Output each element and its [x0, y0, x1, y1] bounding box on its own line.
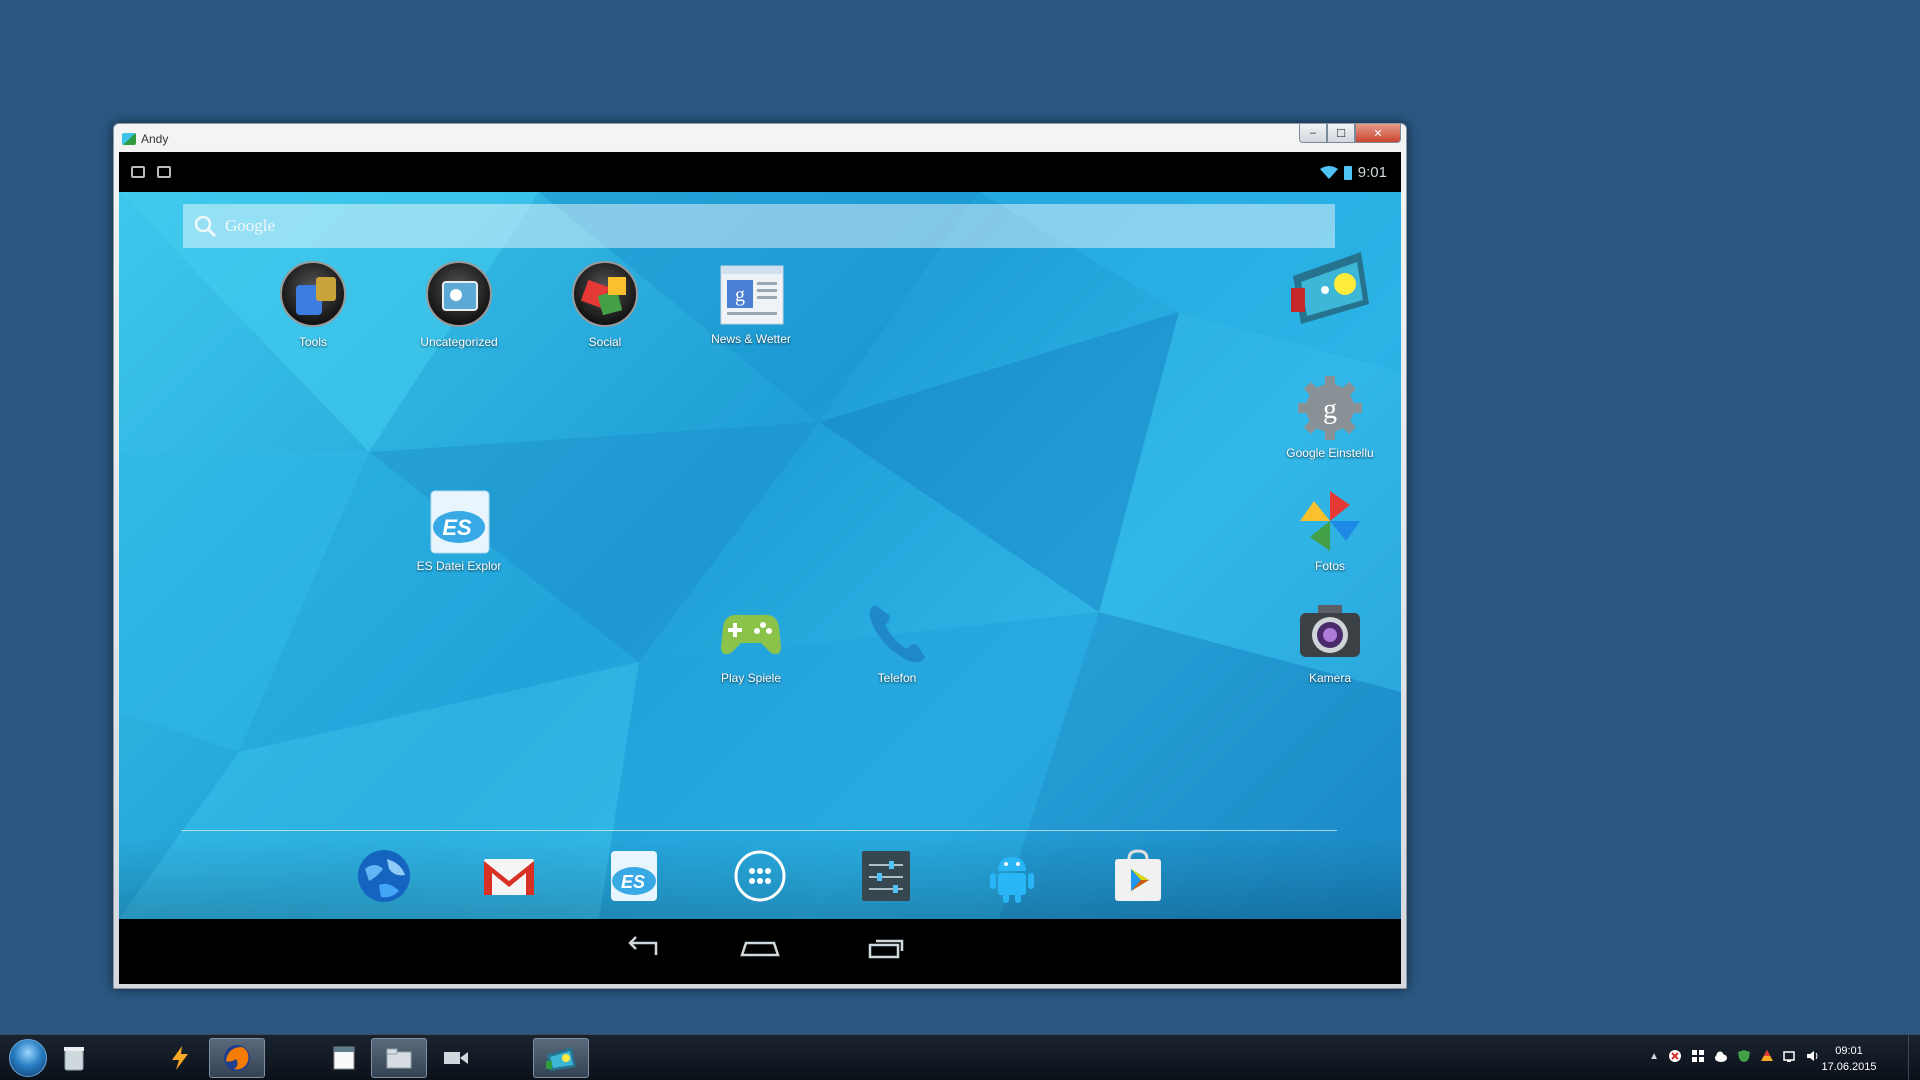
icon-label: News & Wetter [711, 332, 791, 346]
icon-label: Uncategorized [420, 335, 498, 349]
icon-label: Social [588, 335, 622, 349]
recycle-bin-icon [64, 1047, 84, 1071]
gallery-icon [1283, 244, 1377, 330]
window-title: Andy [141, 132, 169, 146]
icon-label: Tools [298, 335, 327, 349]
play-store-icon[interactable] [1109, 847, 1167, 905]
andy-icon [546, 1047, 576, 1071]
icon-label: Play Spiele [720, 671, 782, 685]
android-screen: 9:01 Google Tools Uncategorized Social g… [119, 152, 1401, 984]
security-alert-icon[interactable] [1668, 1049, 1682, 1063]
dock-divider [181, 830, 1337, 831]
andy-app-icon [122, 133, 136, 145]
camera-icon [1294, 597, 1366, 669]
app-camera[interactable]: Kamera [1275, 597, 1385, 685]
system-tray: ▲ [1649, 1049, 1820, 1063]
svg-text:g: g [1323, 394, 1337, 425]
andy-taskbar-button[interactable] [533, 1038, 589, 1078]
status-time: 9:01 [1357, 164, 1387, 181]
windows-taskbar: ▲ 09:01 17.06.2015 [0, 1034, 1920, 1080]
app-news-weather[interactable]: g News & Wetter [696, 258, 806, 346]
folder-icon [569, 261, 641, 333]
photos-pinwheel-icon [1294, 485, 1366, 557]
wifi-icon [1319, 165, 1338, 179]
icon-label: ES Datei Explor [416, 559, 502, 573]
search-placeholder: Google [225, 216, 276, 235]
app-google-settings[interactable]: g Google Einstellu [1275, 372, 1385, 460]
app-es-file-explorer[interactable]: ES ES Datei Explor [404, 485, 514, 573]
app-phone[interactable]: Telefon [842, 597, 952, 685]
cloud-sync-icon[interactable] [1714, 1049, 1728, 1063]
system-clock[interactable]: 09:01 17.06.2015 [1814, 1043, 1884, 1075]
svg-text:g: g [735, 284, 745, 306]
back-button[interactable] [620, 933, 664, 963]
show-hidden-icons-icon[interactable]: ▲ [1649, 1051, 1659, 1062]
minimize-button[interactable]: – [1299, 124, 1327, 143]
back-icon [628, 936, 658, 955]
lightning-app-icon [172, 1046, 188, 1070]
phone-icon [861, 597, 933, 669]
app-drawer-icon[interactable] [731, 847, 789, 905]
andy-emulator-window[interactable]: Andy – ☐ ✕ 9:01 Google Tools Uncategoriz… [113, 123, 1407, 989]
pinned-app-button[interactable] [152, 1038, 208, 1078]
home-button[interactable] [738, 933, 782, 963]
recent-apps-button[interactable] [864, 933, 908, 963]
close-button[interactable]: ✕ [1355, 124, 1401, 143]
search-icon [194, 215, 217, 238]
clock-time: 09:01 [1835, 1045, 1863, 1057]
video-camera-icon [444, 1052, 468, 1064]
browser-globe-icon[interactable] [355, 847, 413, 905]
app-photos[interactable]: Fotos [1275, 485, 1385, 573]
gmail-icon[interactable] [480, 847, 538, 905]
icon-label: Kamera [1308, 671, 1352, 685]
app-gallery-widget[interactable] [1275, 244, 1385, 330]
battery-icon [1343, 165, 1352, 180]
icon-label: Telefon [877, 671, 917, 685]
windows-logo-icon [9, 1039, 47, 1077]
icon-label: Google Einstellu [1286, 446, 1374, 460]
folder-icon [277, 261, 349, 333]
android-icon[interactable] [983, 847, 1041, 905]
network-icon[interactable] [1783, 1049, 1797, 1063]
android-navigation-bar [119, 919, 1401, 984]
svg-text:ES: ES [442, 515, 472, 540]
home-screen: Google Tools Uncategorized Social g News… [119, 192, 1401, 919]
es-file-explorer-dock-icon[interactable]: ES [605, 847, 663, 905]
window-titlebar[interactable]: Andy [122, 130, 168, 148]
folder-social[interactable]: Social [550, 258, 660, 349]
recycle-bin-button[interactable] [46, 1038, 102, 1078]
settings-icon[interactable] [857, 847, 915, 905]
gallery-notification-icon [131, 166, 145, 178]
folder-taskbar-icon [386, 1048, 412, 1069]
gamepad-icon [715, 597, 787, 669]
file-explorer-button[interactable] [371, 1038, 427, 1078]
folder-tools[interactable]: Tools [258, 258, 368, 349]
folder-icon [423, 261, 495, 333]
folder-uncategorized[interactable]: Uncategorized [404, 258, 514, 349]
firefox-icon [224, 1045, 250, 1071]
svg-text:ES: ES [621, 872, 645, 892]
shield-check-icon[interactable] [1737, 1049, 1751, 1063]
calendar-icon [333, 1046, 355, 1070]
calendar-app-button[interactable] [316, 1038, 372, 1078]
home-icon [740, 941, 780, 957]
video-app-button[interactable] [428, 1038, 484, 1078]
google-settings-icon: g [1294, 372, 1366, 444]
window-controls: – ☐ ✕ [1299, 124, 1401, 143]
firefox-button[interactable] [209, 1038, 265, 1078]
windows-update-icon[interactable] [1691, 1049, 1705, 1063]
store-notification-icon [157, 166, 171, 178]
icon-label: Fotos [1314, 559, 1345, 573]
clock-date: 17.06.2015 [1821, 1061, 1877, 1073]
app-play-games[interactable]: Play Spiele [696, 597, 806, 685]
news-weather-icon: g [715, 258, 787, 330]
dock: ES [119, 837, 1401, 919]
google-search-bar[interactable]: Google [183, 204, 1335, 248]
show-desktop-button[interactable] [1908, 1035, 1920, 1080]
maximize-button[interactable]: ☐ [1327, 124, 1355, 143]
es-file-explorer-icon: ES [423, 485, 495, 557]
recent-apps-icon [868, 939, 904, 959]
drive-sync-icon[interactable] [1760, 1049, 1774, 1063]
android-status-bar: 9:01 [119, 152, 1401, 192]
